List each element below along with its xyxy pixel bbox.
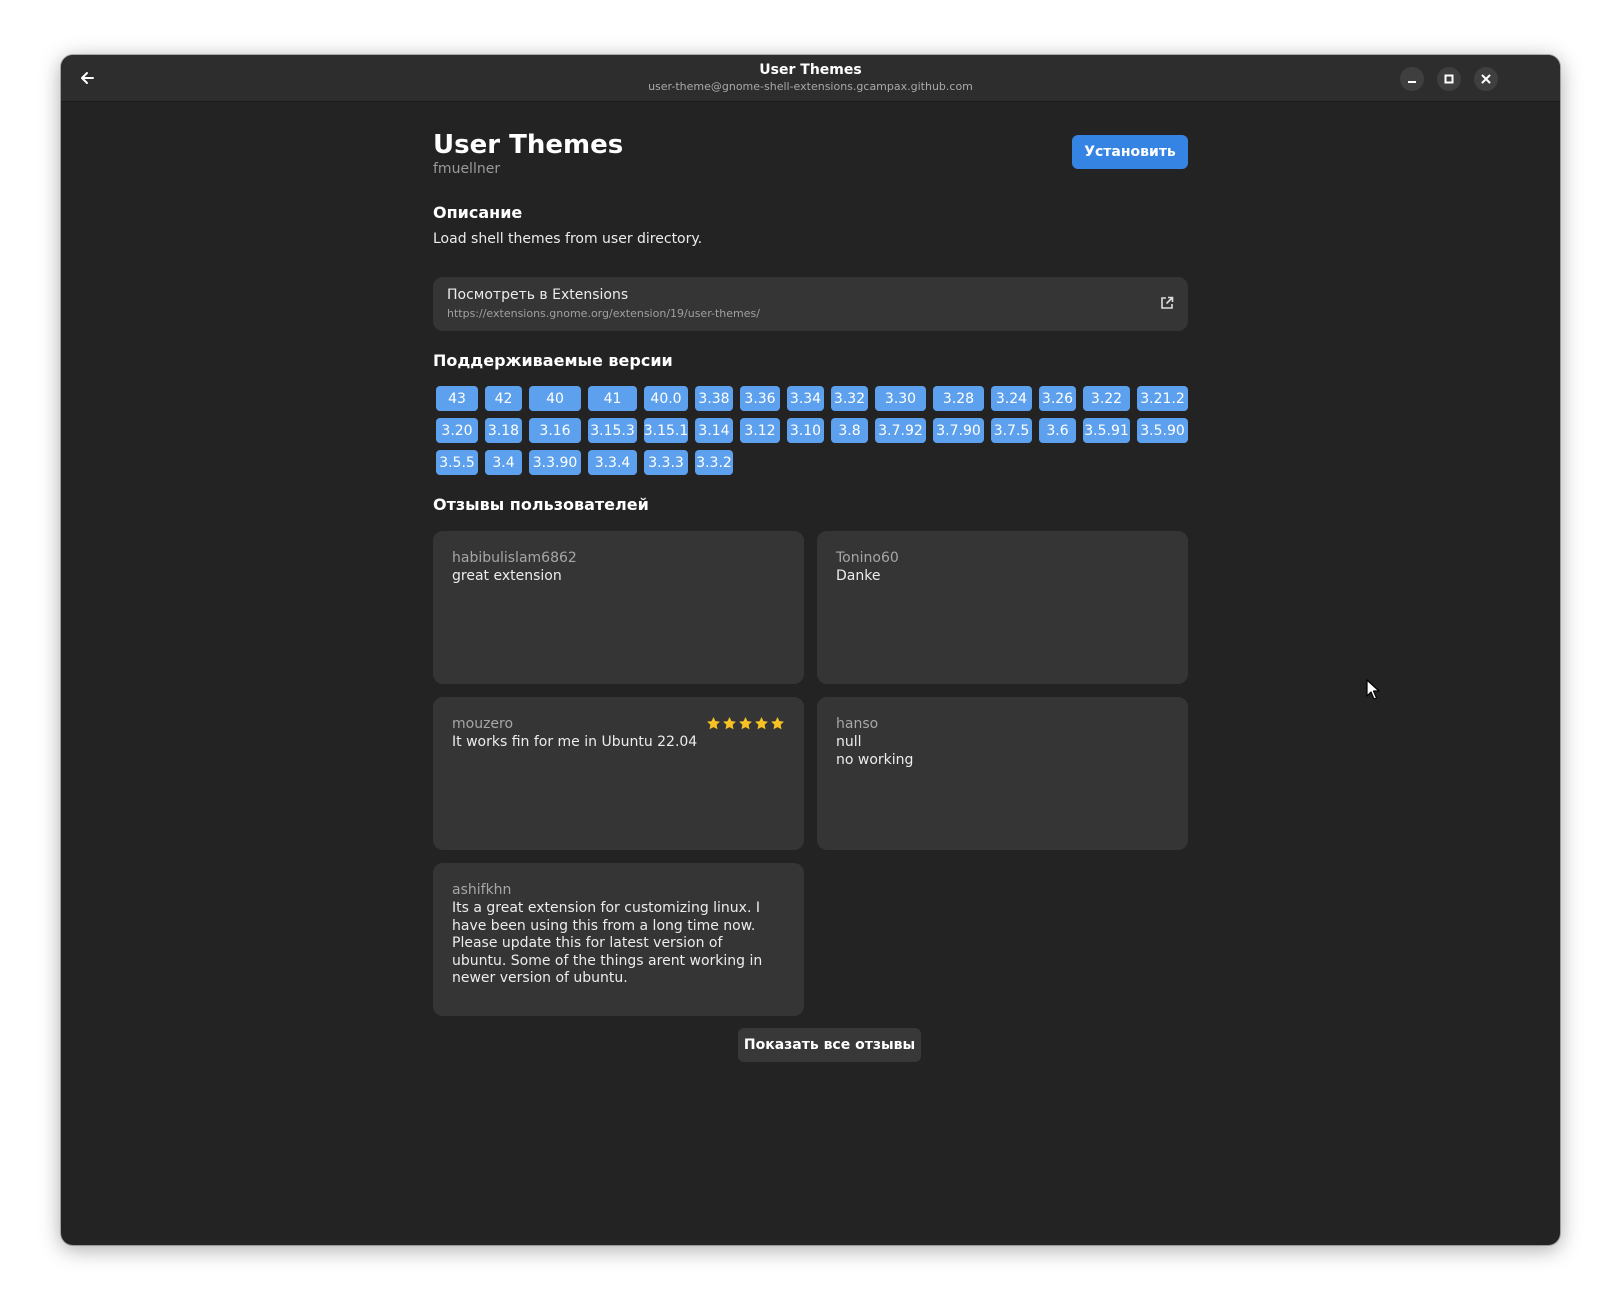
maximize-icon [1444, 74, 1454, 84]
review-card: Tonino60 Danke [817, 531, 1188, 684]
window-subtitle: user-theme@gnome-shell-extensions.gcampa… [648, 80, 973, 93]
review-author: Tonino60 [836, 550, 899, 566]
version-chip: 3.38 [695, 386, 733, 411]
review-author: mouzero [452, 716, 514, 732]
version-chip: 3.3.90 [529, 450, 581, 475]
window-titles: User Themes user-theme@gnome-shell-exten… [61, 62, 1560, 95]
review-text: null no working [836, 734, 914, 768]
version-chip: 3.10 [787, 418, 824, 443]
review-text: Its a great extension for customizing li… [452, 900, 763, 986]
close-icon [1481, 74, 1491, 84]
version-chip: 3.4 [485, 450, 522, 475]
extension-author: fmuellner [433, 161, 501, 177]
review-rating [706, 716, 785, 731]
description-heading: Описание [433, 203, 523, 222]
version-chip: 3.26 [1039, 386, 1076, 411]
version-chip: 3.5.90 [1137, 418, 1188, 443]
version-chip: 3.5.5 [436, 450, 478, 475]
header-bar: User Themes user-theme@gnome-shell-exten… [61, 55, 1560, 102]
version-chip: 3.7.92 [875, 418, 926, 443]
window-title: User Themes [759, 62, 862, 78]
version-chip: 3.15.3 [588, 418, 637, 443]
link-url: https://extensions.gnome.org/extension/1… [447, 307, 760, 320]
versions-heading: Поддерживаемые версии [433, 351, 673, 370]
review-card: ashifkhn Its a great extension for custo… [433, 863, 804, 1016]
reviews-heading: Отзывы пользователей [433, 495, 649, 514]
version-chip: 3.12 [740, 418, 780, 443]
star-icon [739, 716, 752, 730]
review-card: hanso null no working [817, 697, 1188, 850]
mouse-pointer-icon [1366, 679, 1380, 700]
version-chip: 3.7.5 [991, 418, 1032, 443]
version-chip: 3.34 [787, 386, 824, 411]
review-card: mouzero It works fin for me in Ubuntu 22… [433, 697, 804, 850]
version-chip: 3.21.2 [1137, 386, 1188, 411]
version-chip: 3.20 [436, 418, 478, 443]
description-text: Load shell themes from user directory. [433, 231, 703, 247]
review-text: It works fin for me in Ubuntu 22.04 [452, 734, 698, 750]
review-author: ashifkhn [452, 882, 512, 898]
version-chip: 3.28 [933, 386, 984, 411]
review-author: habibulislam6862 [452, 550, 577, 566]
app-window: User Themes user-theme@gnome-shell-exten… [61, 55, 1560, 1245]
show-all-reviews-button[interactable]: Показать все отзывы [738, 1028, 921, 1062]
version-chip: 3.3.4 [588, 450, 637, 475]
version-chip: 3.15.1 [644, 418, 688, 443]
install-button[interactable]: Установить [1072, 135, 1188, 169]
review-author: hanso [836, 716, 879, 732]
version-chip: 42 [485, 386, 522, 411]
star-icon [755, 716, 768, 730]
versions-list: 43 42 40 41 40.0 3.38 3.36 3.34 3.32 3.30 3.28 3.24… [436, 386, 1191, 475]
version-chip: 3.8 [831, 418, 868, 443]
version-chip: 3.30 [875, 386, 926, 411]
minimize-icon [1408, 81, 1416, 83]
version-chip: 3.22 [1083, 386, 1130, 411]
version-chip: 3.36 [740, 386, 780, 411]
version-chip: 3.32 [831, 386, 868, 411]
version-chip: 3.7.90 [933, 418, 984, 443]
maximize-button[interactable] [1437, 67, 1461, 91]
version-chip: 3.5.91 [1083, 418, 1130, 443]
star-icon [707, 716, 720, 730]
close-button[interactable] [1474, 67, 1498, 91]
version-chip: 3.6 [1039, 418, 1076, 443]
extensions-website-link[interactable]: Посмотреть в Extensions https://extensio… [433, 277, 1188, 331]
minimize-button[interactable] [1400, 67, 1424, 91]
review-text: Danke [836, 568, 881, 584]
version-chip: 3.14 [695, 418, 733, 443]
version-chip: 40.0 [644, 386, 688, 411]
star-icon [771, 716, 784, 730]
version-chip: 3.24 [991, 386, 1032, 411]
version-chip: 43 [436, 386, 478, 411]
link-title: Посмотреть в Extensions [447, 287, 629, 303]
version-chip: 3.16 [529, 418, 581, 443]
version-chip: 3.18 [485, 418, 522, 443]
review-card: habibulislam6862 great extension [433, 531, 804, 684]
star-icon [723, 716, 736, 730]
review-text: great extension [452, 568, 562, 584]
external-link-icon [1161, 296, 1174, 309]
version-chip: 41 [588, 386, 637, 411]
version-chip: 3.3.2 [695, 450, 733, 475]
version-chip: 3.3.3 [644, 450, 688, 475]
extension-name: User Themes [433, 130, 624, 160]
version-chip: 40 [529, 386, 581, 411]
